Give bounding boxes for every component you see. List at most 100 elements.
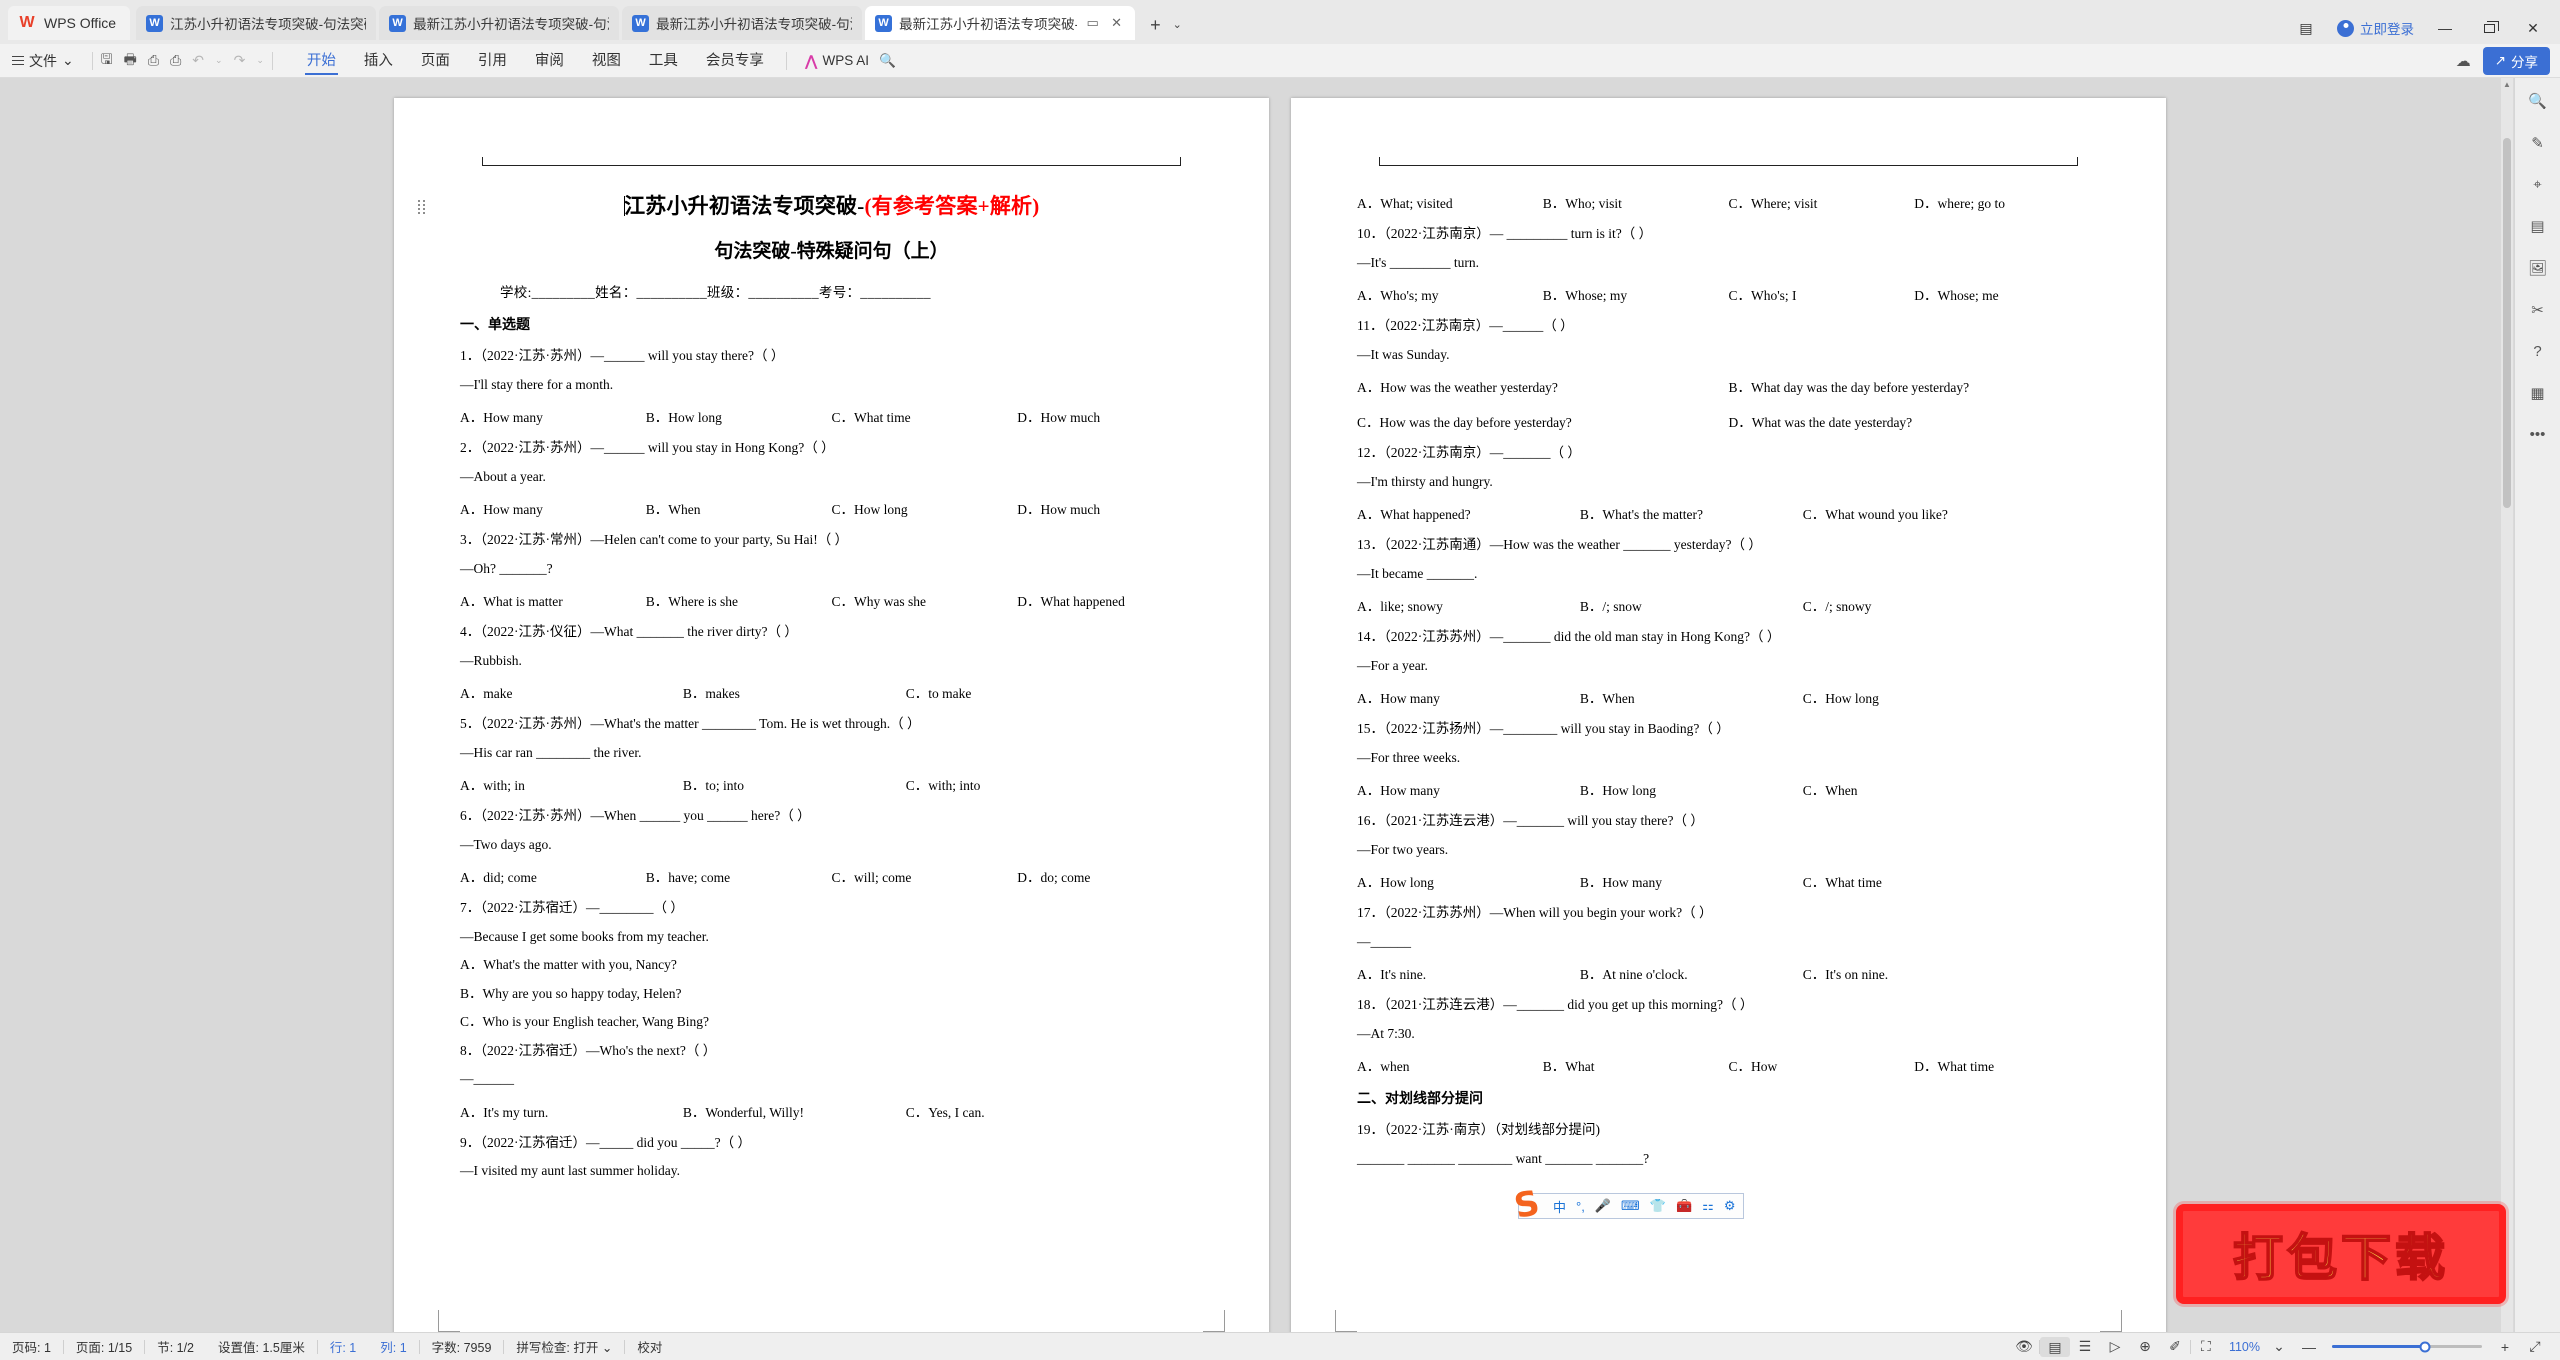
document-workspace[interactable]: 江苏小升初语法专项突破-(有参考答案+解析) 句法突破-特殊疑问句（上） 学校:… bbox=[0, 78, 2560, 1332]
web-layout-icon[interactable]: ▷ bbox=[2100, 1338, 2130, 1355]
minimize-button[interactable]: — bbox=[2432, 20, 2458, 36]
cloud-more-icon[interactable]: ☁ bbox=[2456, 52, 2471, 70]
scrollbar-thumb[interactable] bbox=[2503, 138, 2511, 508]
ribbon-tab-insert[interactable]: 插入 bbox=[350, 45, 407, 77]
print-preview-icon[interactable]: 🖶 bbox=[124, 49, 137, 73]
side-panel-icon[interactable]: ▤ bbox=[2293, 20, 2319, 37]
redo-icon[interactable]: ↷ bbox=[234, 52, 246, 69]
undo-dropdown-icon[interactable]: ⌄ bbox=[215, 55, 223, 66]
option-item: A．How many bbox=[1357, 691, 1440, 706]
find-icon[interactable]: ⎙ bbox=[170, 52, 181, 69]
wps-office-home-tab[interactable]: W WPS Office bbox=[8, 6, 131, 40]
download-watermark[interactable]: 打包下载 bbox=[2176, 1204, 2506, 1304]
shapes-icon[interactable]: ✂ bbox=[2531, 301, 2544, 319]
layout-icon[interactable]: ▤ bbox=[2530, 217, 2544, 235]
question-line: 11．（2022·江苏南京）—______（ ） bbox=[1357, 318, 1574, 333]
document-tab-label: 最新江苏小升初语法专项突破-句法突 bbox=[413, 17, 609, 32]
ribbon-tab-start[interactable]: 开始 bbox=[293, 45, 350, 77]
document-tab-1[interactable]: W 江苏小升初语法专项突破-句法突破-T bbox=[136, 6, 377, 40]
search-icon[interactable]: 🔍 bbox=[2528, 92, 2547, 110]
save-icon[interactable]: 🖫 bbox=[101, 49, 113, 73]
ribbon-tab-review[interactable]: 审阅 bbox=[521, 45, 578, 77]
avatar-icon bbox=[2337, 19, 2354, 37]
ribbon-tab-tools[interactable]: 工具 bbox=[635, 45, 692, 77]
redo-dropdown-icon[interactable]: ⌄ bbox=[256, 55, 264, 66]
chart-icon[interactable]: ▦ bbox=[2530, 384, 2544, 402]
help-icon[interactable]: ? bbox=[2533, 343, 2541, 360]
globe-icon[interactable]: ⊕ bbox=[2130, 1338, 2160, 1355]
vertical-scrollbar[interactable]: ▲ bbox=[2501, 78, 2513, 1332]
maximize-restore-button[interactable] bbox=[2476, 20, 2502, 36]
close-window-button[interactable]: ✕ bbox=[2520, 20, 2546, 37]
question-line: 17．（2022·江苏苏州）—When will you begin your … bbox=[1357, 905, 1713, 920]
share-button[interactable]: ↗ 分享 bbox=[2482, 47, 2550, 75]
question-line: 6．（2022·江苏·苏州）—When ______ you ______ he… bbox=[460, 808, 811, 824]
search-icon: 🔍 bbox=[879, 52, 896, 68]
document-page-left[interactable]: 江苏小升初语法专项突破-(有参考答案+解析) 句法突破-特殊疑问句（上） 学校:… bbox=[394, 98, 1269, 1332]
settings-icon[interactable]: ⚙ bbox=[1724, 1198, 1736, 1214]
page-corner-mark bbox=[1335, 1310, 1357, 1332]
zoom-in-button[interactable]: + bbox=[2490, 1339, 2520, 1355]
skin-icon[interactable]: 👕 bbox=[1650, 1198, 1666, 1214]
ribbon-tab-view[interactable]: 视图 bbox=[578, 45, 635, 77]
option-item: A．like; snowy bbox=[1357, 599, 1443, 614]
undo-icon[interactable]: ↶ bbox=[192, 52, 204, 69]
keyboard-icon[interactable]: ⌨ bbox=[1621, 1198, 1640, 1214]
focus-mode-icon[interactable]: ⛶ bbox=[2191, 1338, 2221, 1355]
new-tab-group[interactable]: + ⌄ bbox=[1150, 16, 1182, 34]
image-icon[interactable]: 🖼 bbox=[2528, 259, 2547, 277]
ribbon-tab-page[interactable]: 页面 bbox=[407, 45, 464, 77]
toolbox-icon[interactable]: 🧰 bbox=[1676, 1198, 1692, 1214]
document-page-right[interactable]: A．What; visited B．Who; visit C．Where; visi… bbox=[1291, 98, 2166, 1332]
zoom-dropdown-icon[interactable]: ⌄ bbox=[2264, 1338, 2294, 1355]
scroll-up-icon[interactable]: ▲ bbox=[2501, 80, 2513, 89]
sogou-logo-icon[interactable]: S bbox=[1503, 1181, 1550, 1228]
word-file-icon: W bbox=[632, 14, 650, 32]
document-tab-3[interactable]: W 最新江苏小升初语法专项突破-句法突 bbox=[622, 6, 863, 40]
ribbon-search-button[interactable]: 🔍 bbox=[879, 53, 896, 69]
more-icon[interactable]: ••• bbox=[2530, 426, 2546, 443]
fullscreen-icon[interactable]: ⤢ bbox=[2520, 1338, 2550, 1355]
option-item: C．What time bbox=[1802, 875, 1882, 890]
zoom-slider-knob[interactable] bbox=[2419, 1341, 2431, 1352]
paragraph-drag-handle-icon[interactable] bbox=[418, 200, 428, 214]
pen-icon[interactable]: ✎ bbox=[2531, 134, 2544, 152]
document-tab-label: 最新江苏小升初语法专项突破-句法突 bbox=[656, 17, 852, 32]
zoom-slider[interactable] bbox=[2332, 1341, 2482, 1352]
zoom-out-button[interactable]: — bbox=[2294, 1339, 2324, 1355]
outline-icon[interactable]: ☰ bbox=[2070, 1338, 2100, 1355]
option-item: C．to make bbox=[905, 686, 972, 702]
new-tab-button[interactable]: + bbox=[1150, 16, 1161, 34]
status-proofread[interactable]: 校对 bbox=[625, 1337, 674, 1356]
mic-icon[interactable]: 🎤 bbox=[1595, 1198, 1611, 1214]
ribbon-tab-member[interactable]: 会员专享 bbox=[692, 45, 778, 77]
document-tab-4-active[interactable]: W 最新江苏小升初语法专项突破- ▭ ✕ bbox=[865, 6, 1136, 40]
ribbon-tab-reference[interactable]: 引用 bbox=[464, 45, 521, 77]
tab-list-dropdown-icon[interactable]: ⌄ bbox=[1173, 19, 1182, 31]
option-row: A．How long B．How many C．What time bbox=[1357, 871, 2100, 891]
option-item: B．Whose; my bbox=[1542, 288, 1628, 303]
status-spell-check[interactable]: 拼写检查: 打开 ⌄ bbox=[504, 1337, 624, 1356]
wps-ai-button[interactable]: ⋀ WPS AI bbox=[805, 52, 869, 70]
ribbon-right-group: ☁ ↗ 分享 bbox=[2456, 44, 2550, 78]
document-subtitle: 句法突破-特殊疑问句（上） bbox=[714, 241, 949, 263]
tab-close-icon[interactable]: ✕ bbox=[1108, 15, 1125, 31]
highlighter-icon[interactable]: ✐ bbox=[2160, 1338, 2190, 1355]
option-item: C．When bbox=[1802, 783, 1858, 798]
question-line: _______ _______ ________ want _______ __… bbox=[1357, 1150, 1650, 1166]
ime-language-toggle[interactable]: 中 bbox=[1553, 1197, 1566, 1216]
status-setting-value: 设置值: 1.5厘米 bbox=[218, 1341, 305, 1355]
eye-icon[interactable]: 👁 bbox=[2009, 1338, 2039, 1355]
login-button[interactable]: 立即登录 bbox=[2337, 18, 2414, 38]
tab-split-view-icon[interactable]: ▭ bbox=[1084, 15, 1101, 31]
status-word-count[interactable]: 字数: 7959 bbox=[420, 1337, 504, 1356]
ime-punctuation-toggle[interactable]: °, bbox=[1576, 1199, 1585, 1214]
print-layout-icon[interactable]: ▤ bbox=[2039, 1336, 2070, 1357]
cursor-icon[interactable]: ⌖ bbox=[2533, 176, 2541, 193]
print-icon[interactable]: ⎙ bbox=[148, 52, 159, 69]
apps-icon[interactable]: ⚏ bbox=[1702, 1198, 1714, 1214]
document-tab-2[interactable]: W 最新江苏小升初语法专项突破-句法突 bbox=[379, 6, 620, 40]
file-menu-button[interactable]: 文件 ⌄ bbox=[0, 51, 84, 71]
sogou-ime-toolbar[interactable]: S 中 °, 🎤 ⌨ 👕 🧰 ⚏ ⚙ bbox=[1511, 1183, 1745, 1227]
option-item: C．How long bbox=[1802, 691, 1879, 706]
